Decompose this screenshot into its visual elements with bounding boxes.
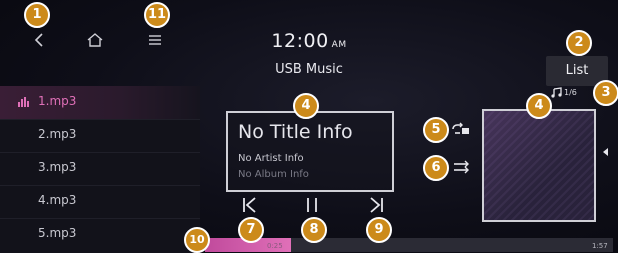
callout-badge: 4 xyxy=(526,93,552,119)
clock-time: 12:00 xyxy=(271,30,329,52)
playlist: 1.mp3 2.mp3 3.mp3 4.mp3 5.mp3 xyxy=(0,86,200,253)
album-art[interactable] xyxy=(482,109,596,222)
previous-track-icon[interactable] xyxy=(236,193,264,217)
page-title: USB Music xyxy=(275,62,343,77)
clock-ampm: AM xyxy=(331,40,347,50)
playlist-item-label: 2.mp3 xyxy=(38,127,77,141)
callout-badge: 4 xyxy=(293,93,319,119)
playlist-item-label: 4.mp3 xyxy=(38,193,77,207)
playlist-item[interactable]: 4.mp3 xyxy=(0,185,200,219)
equalizer-icon xyxy=(18,97,29,107)
total-duration: 1:57 xyxy=(592,242,608,250)
callout-badge: 6 xyxy=(423,155,449,181)
next-track-icon[interactable] xyxy=(362,193,390,217)
elapsed-time: 0:25 xyxy=(267,242,283,250)
shuffle-icon[interactable] xyxy=(453,160,471,174)
usb-music-screen: 12:00 AM USB Music List 1.mp3 2.mp3 3.mp3… xyxy=(0,0,618,253)
music-note-icon xyxy=(551,87,562,98)
song-artist: No Artist Info xyxy=(238,153,304,164)
playlist-item-label: 5.mp3 xyxy=(38,226,77,240)
pause-icon[interactable] xyxy=(298,193,326,217)
title-row: USB Music xyxy=(0,52,618,86)
playlist-item[interactable]: 2.mp3 xyxy=(0,119,200,153)
song-info-box[interactable]: No Title Info No Artist Info No Album In… xyxy=(226,111,394,192)
callout-badge: 7 xyxy=(238,217,264,243)
track-count: 1/6 xyxy=(564,88,577,97)
clock: 12:00 AM xyxy=(0,30,618,52)
playlist-item-label: 3.mp3 xyxy=(38,160,77,174)
playlist-item[interactable]: 3.mp3 xyxy=(0,152,200,186)
callout-badge: 1 xyxy=(24,2,50,28)
song-album: No Album Info xyxy=(238,169,309,180)
status-bar: 12:00 AM xyxy=(0,0,618,52)
playlist-item-label: 1.mp3 xyxy=(38,94,77,108)
repeat-icon[interactable] xyxy=(450,122,470,136)
playlist-item[interactable]: 1.mp3 xyxy=(0,86,200,120)
callout-badge: 2 xyxy=(566,30,592,56)
callout-badge: 3 xyxy=(593,80,618,106)
callout-badge: 10 xyxy=(184,227,210,253)
callout-badge: 8 xyxy=(301,217,327,243)
playlist-item[interactable]: 5.mp3 xyxy=(0,218,200,251)
callout-badge: 5 xyxy=(423,117,449,143)
callout-badge: 9 xyxy=(366,217,392,243)
song-title: No Title Info xyxy=(238,121,353,143)
callout-badge: 11 xyxy=(144,2,170,28)
side-panel-arrow-icon[interactable] xyxy=(603,148,609,156)
